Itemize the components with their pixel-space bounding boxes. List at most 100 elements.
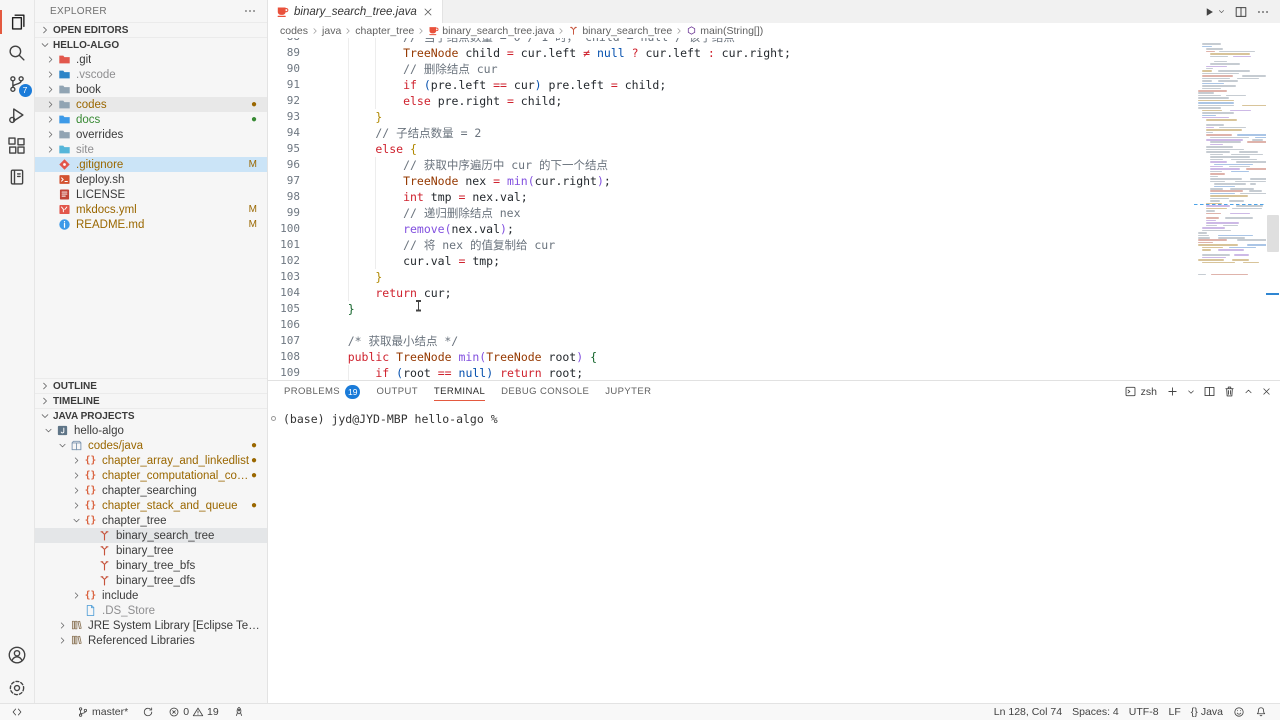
breadcrumb-item-chapter_tree[interactable]: chapter_tree: [355, 25, 414, 37]
file-tree-item-book[interactable]: book: [35, 82, 267, 97]
code-line-94[interactable]: 94// 子结点数量 = 2: [268, 125, 1194, 141]
terminal[interactable]: (base) jyd@JYD-MBP hello-algo %: [268, 402, 1280, 703]
file-tree-item-codes[interactable]: codes●: [35, 97, 267, 112]
remote-indicator[interactable]: [6, 704, 28, 720]
java-tree-item-chapter_array_and_linkedlist[interactable]: {}chapter_array_and_linkedlist●: [35, 453, 267, 468]
activity-item-settings[interactable]: [0, 672, 35, 703]
code-line-90[interactable]: 90// 删除结点 cur: [268, 61, 1194, 77]
split-editor-icon[interactable]: [1234, 5, 1248, 19]
eol-status[interactable]: LF: [1164, 704, 1186, 720]
code-line-102[interactable]: 102cur.val = tmp;: [268, 253, 1194, 269]
activity-item-run-debug[interactable]: [0, 99, 35, 130]
breadcrumb-item-java[interactable]: java: [322, 25, 341, 37]
breadcrumb-item-binary_search_tree[interactable]: binary_search_tree: [568, 25, 672, 37]
more-actions-icon[interactable]: [1256, 5, 1270, 19]
file-tree-item-docs[interactable]: docs●: [35, 112, 267, 127]
java-tree-item-binary_search_tree[interactable]: binary_search_tree: [35, 528, 267, 543]
section-java-projects[interactable]: JAVA PROJECTS: [35, 408, 267, 423]
breadcrumb-item-codes[interactable]: codes: [280, 25, 308, 37]
code-line-106[interactable]: 106: [268, 317, 1194, 333]
activity-item-extensions[interactable]: [0, 130, 35, 161]
close-panel-icon[interactable]: [1261, 386, 1272, 397]
code-line-93[interactable]: 93}: [268, 109, 1194, 125]
section-timeline[interactable]: TIMELINE: [35, 393, 267, 408]
java-tree-item-codesjava[interactable]: codes/java●: [35, 438, 267, 453]
java-tree-item-include[interactable]: {}include: [35, 588, 267, 603]
code-line-108[interactable]: 108public TreeNode min(TreeNode root) {: [268, 349, 1194, 365]
code-line-98[interactable]: 98int tmp = nex.val;: [268, 189, 1194, 205]
file-tree-item-deploy.sh[interactable]: deploy.sh: [35, 172, 267, 187]
feedback-status[interactable]: [1228, 704, 1250, 720]
code-line-107[interactable]: 107/* 获取最小结点 */: [268, 333, 1194, 349]
scrollbar-slider[interactable]: [1267, 215, 1279, 252]
java-tree-item-chapter_computational_complexi[interactable]: {}chapter_computational_complexity●: [35, 468, 267, 483]
code-line-88[interactable]: 88// 当子结点数量 = 0 / 1 时， child = null / 该子…: [268, 38, 1194, 45]
activity-item-notebook[interactable]: [0, 161, 35, 192]
indentation-status[interactable]: Spaces: 4: [1067, 704, 1124, 720]
section-open-editors[interactable]: OPEN EDITORS: [35, 22, 267, 37]
code-line-105[interactable]: 105}: [268, 301, 1194, 317]
terminal-dropdown-icon[interactable]: [1186, 387, 1196, 397]
file-tree-item-LICENSE[interactable]: LICENSE: [35, 187, 267, 202]
java-tree-item-JRESystemLibraryEclipseTemurin[interactable]: JRE System Library [Eclipse Temurin 17 […: [35, 618, 267, 633]
section-outline[interactable]: OUTLINE: [35, 378, 267, 393]
code-line-104[interactable]: 104return cur;: [268, 285, 1194, 301]
java-tree-item-chapter_tree[interactable]: {}chapter_tree: [35, 513, 267, 528]
section-root-hello-algo[interactable]: HELLO-ALGO: [35, 37, 267, 52]
activity-item-account[interactable]: [0, 641, 35, 672]
java-tree-item-ReferencedLibraries[interactable]: Referenced Libraries: [35, 633, 267, 648]
java-tree-item-.DS_Store[interactable]: .DS_Store: [35, 603, 267, 618]
file-tree-item-README.md[interactable]: README.mdM: [35, 217, 267, 232]
file-tree-item-mkdocs.yml[interactable]: mkdocs.ymlM: [35, 202, 267, 217]
java-rocket-status[interactable]: [228, 704, 250, 720]
java-tree-item-binary_tree_bfs[interactable]: binary_tree_bfs: [35, 558, 267, 573]
file-tree-item-.git[interactable]: .git: [35, 52, 267, 67]
java-tree-item-chapter_searching[interactable]: {}chapter_searching: [35, 483, 267, 498]
split-terminal-icon[interactable]: [1203, 385, 1216, 398]
panel-tab-problems[interactable]: PROBLEMS19: [284, 381, 360, 402]
panel-tab-debug-console[interactable]: DEBUG CONSOLE: [501, 381, 589, 402]
minimap[interactable]: [1194, 38, 1266, 380]
sync-status[interactable]: [137, 704, 159, 720]
code-line-109[interactable]: 109if (root == null) return root;: [268, 365, 1194, 380]
code-line-89[interactable]: 89TreeNode child = cur.left ≠ null ? cur…: [268, 45, 1194, 61]
editor-scrollbar[interactable]: [1266, 38, 1280, 380]
code-line-99[interactable]: 99// 递归删除结点 nex: [268, 205, 1194, 221]
run-button[interactable]: [1203, 6, 1215, 18]
new-terminal-icon[interactable]: [1166, 385, 1179, 398]
code-line-96[interactable]: 96// 获取中序遍历中 cur 的下一个结点: [268, 157, 1194, 173]
panel-tab-terminal[interactable]: TERMINAL: [434, 381, 485, 402]
java-tree-item-chapter_stack_and_queue[interactable]: {}chapter_stack_and_queue●: [35, 498, 267, 513]
file-tree-item-.gitignore[interactable]: .gitignoreM: [35, 157, 267, 172]
code-area[interactable]: 88// 当子结点数量 = 0 / 1 时， child = null / 该子…: [268, 38, 1194, 380]
kill-terminal-icon[interactable]: [1223, 385, 1236, 398]
notifications-status[interactable]: [1250, 704, 1272, 720]
file-tree-item-site[interactable]: site: [35, 142, 267, 157]
code-line-92[interactable]: 92else pre.right = child;: [268, 93, 1194, 109]
breadcrumb-item-mainString[interactable]: main(String[]): [686, 25, 763, 37]
file-tree-item-overrides[interactable]: overrides: [35, 127, 267, 142]
activity-item-source-control[interactable]: 7: [0, 68, 35, 99]
code-line-101[interactable]: 101// 将 nex 的值复制给 cur: [268, 237, 1194, 253]
close-icon[interactable]: [422, 6, 434, 18]
code-line-95[interactable]: 95else {: [268, 141, 1194, 157]
breadcrumb-item-binary_search_tree.java[interactable]: binary_search_tree.java: [428, 25, 554, 37]
code-line-91[interactable]: 91if (pre.left == cur) pre.left = child;: [268, 77, 1194, 93]
branch-status[interactable]: master*: [72, 704, 133, 720]
language-status[interactable]: {} Java: [1186, 704, 1228, 720]
run-dropdown-icon[interactable]: [1217, 7, 1226, 16]
code-line-103[interactable]: 103}: [268, 269, 1194, 285]
java-tree-item-binary_tree_dfs[interactable]: binary_tree_dfs: [35, 573, 267, 588]
maximize-panel-icon[interactable]: [1243, 386, 1254, 397]
java-tree-item-binary_tree[interactable]: binary_tree: [35, 543, 267, 558]
more-actions-icon[interactable]: [243, 4, 257, 18]
panel-tab-output[interactable]: OUTPUT: [376, 381, 417, 402]
activity-item-explorer[interactable]: [0, 6, 35, 37]
activity-item-search[interactable]: [0, 37, 35, 68]
panel-tab-jupyter[interactable]: JUPYTER: [605, 381, 651, 402]
cursor-position[interactable]: Ln 128, Col 74: [989, 704, 1067, 720]
code-line-100[interactable]: 100remove(nex.val);: [268, 221, 1194, 237]
file-tree-item-.vscode[interactable]: .vscode: [35, 67, 267, 82]
java-tree-item-hello-algo[interactable]: hello-algo: [35, 423, 267, 438]
code-line-97[interactable]: 97TreeNode nex = min(cur.right);: [268, 173, 1194, 189]
